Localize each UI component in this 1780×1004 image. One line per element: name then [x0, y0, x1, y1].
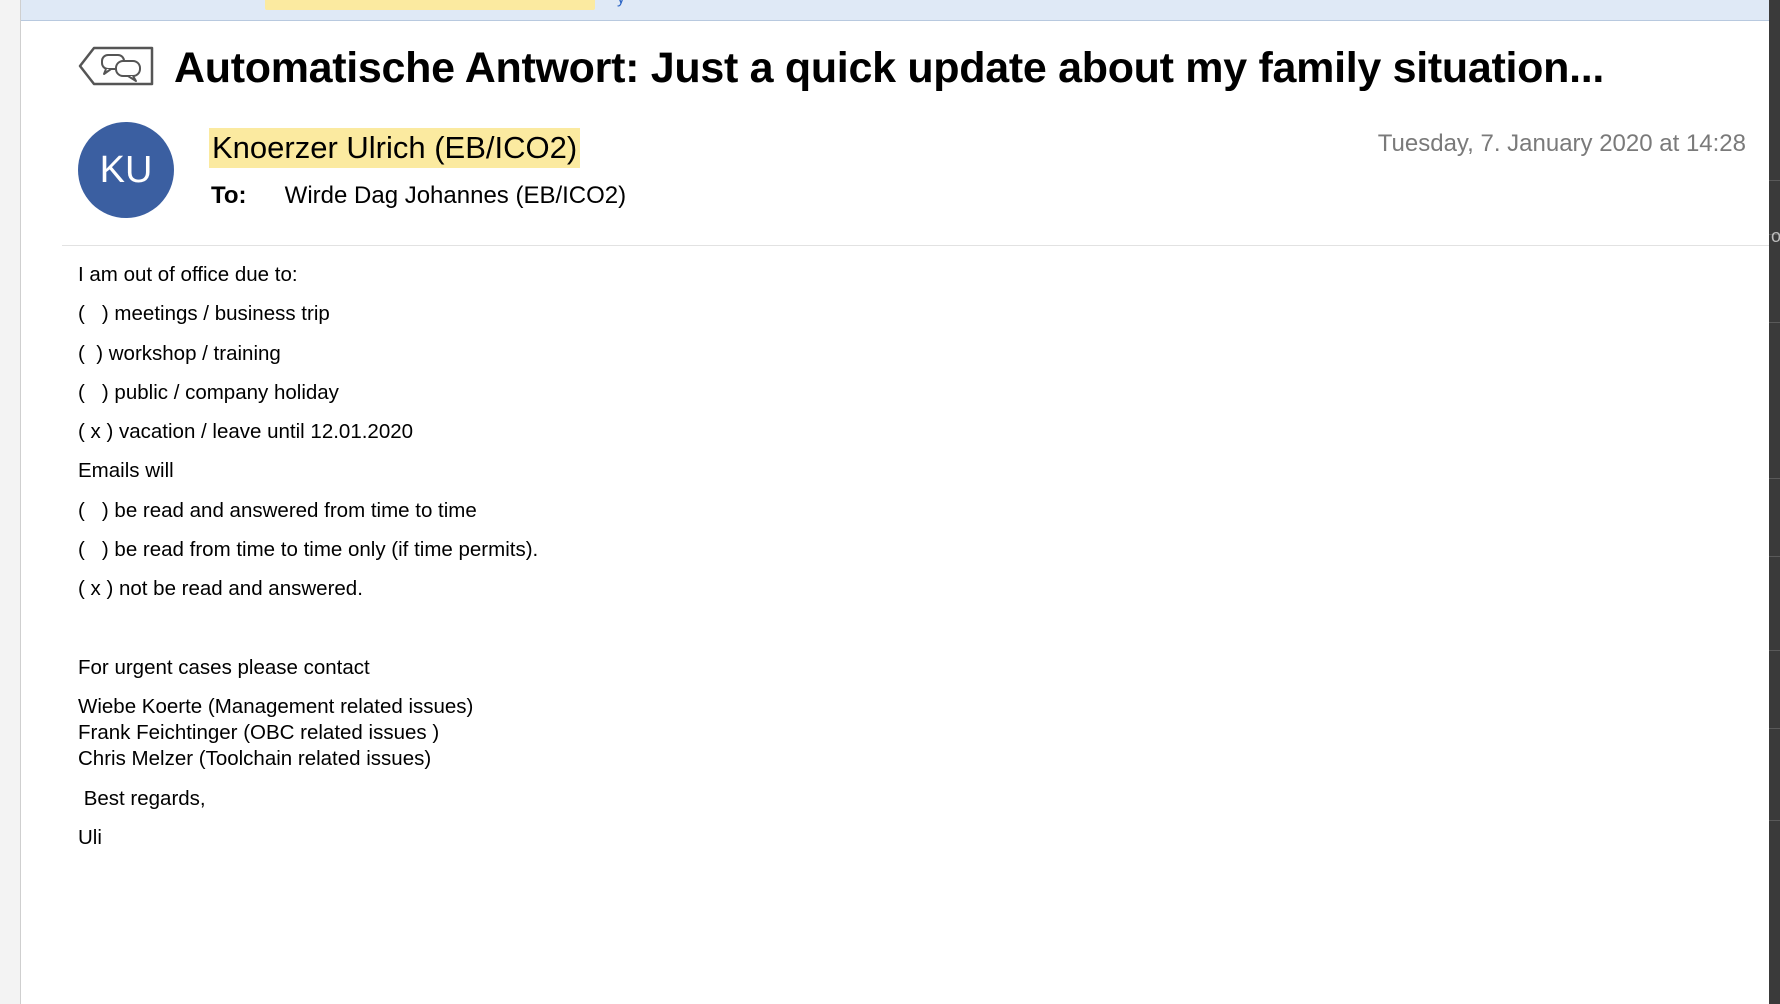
body-line: ( ) be read and answered from time to ti… [78, 498, 477, 522]
message-date: Tuesday, 7. January 2020 at 14:28 [1377, 130, 1746, 157]
body-line: Best regards, [78, 786, 206, 810]
adjacent-pane-edge: or [1769, 0, 1780, 1004]
pane-separator [1769, 728, 1780, 729]
message-header: Automatische Antwort: Just a quick updat… [62, 30, 1762, 240]
header-divider [62, 245, 1769, 246]
body-line: I am out of office due to: [78, 263, 298, 286]
previous-message-text: y [617, 0, 625, 8]
body-line: Uli [78, 825, 102, 849]
body-line: ( ) be read from time to time only (if t… [78, 538, 539, 562]
pane-separator [1769, 820, 1780, 821]
contact-line: Frank Feichtinger (OBC related issues ) [78, 721, 440, 745]
body-line: ( ) workshop / training [78, 341, 281, 365]
message-subject: Automatische Antwort: Just a quick updat… [174, 44, 1605, 92]
previous-message-strip[interactable]: y [21, 0, 1769, 21]
body-line: ( x ) not be read and answered. [78, 577, 363, 601]
previous-message-highlight [265, 0, 595, 10]
body-blank-line [78, 616, 1678, 655]
recipient-row: To: Wirde Dag Johannes (EB/ICO2) [211, 182, 626, 210]
body-line: Emails will [78, 459, 174, 483]
window-left-edge [0, 0, 21, 1004]
pane-separator [1769, 650, 1780, 651]
body-line: ( ) meetings / business trip [78, 302, 330, 326]
sender-avatar[interactable]: KU [78, 122, 174, 218]
pane-separator [1769, 478, 1780, 479]
contact-line: Chris Melzer (Toolchain related issues) [78, 747, 432, 771]
body-line: For urgent cases please contact [78, 655, 370, 679]
contact-line: Wiebe Koerte (Management related issues) [78, 695, 474, 719]
message-body: I am out of office due to: ( ) meetings … [78, 262, 1678, 864]
recipient-name[interactable]: Wirde Dag Johannes (EB/ICO2) [285, 182, 626, 209]
sender-name[interactable]: Knoerzer Ulrich (EB/ICO2) [209, 128, 581, 168]
body-line: ( ) public / company holiday [78, 380, 339, 404]
pane-separator [1769, 556, 1780, 557]
adjacent-pane-text: or [1771, 226, 1780, 246]
speech-bubbles-reply-icon[interactable] [78, 44, 154, 88]
body-line: ( x ) vacation / leave until 12.01.2020 [78, 420, 414, 444]
pane-separator [1769, 180, 1780, 181]
pane-separator [1769, 322, 1780, 323]
to-label: To: [211, 182, 247, 209]
